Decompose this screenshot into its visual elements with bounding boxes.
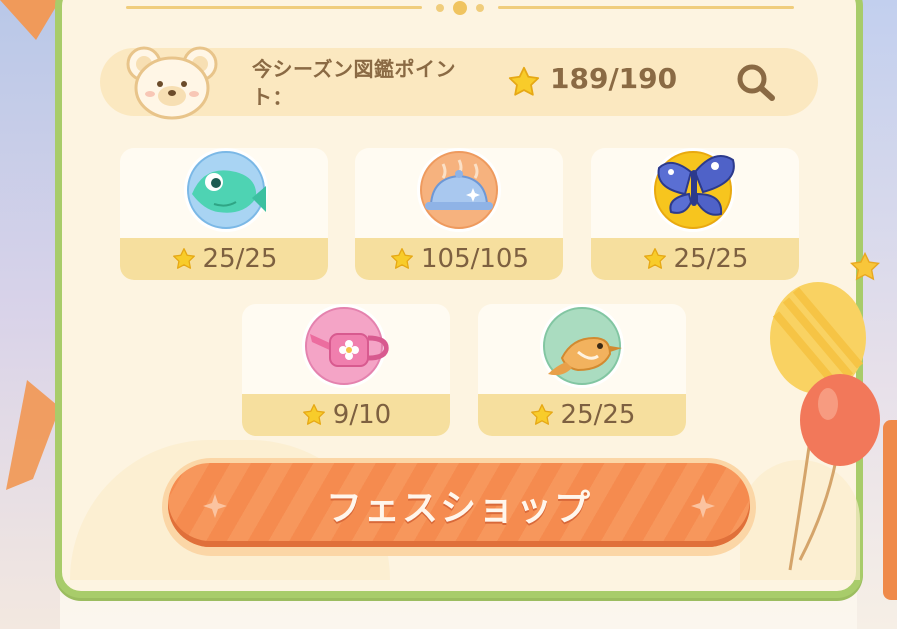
header-divider-right xyxy=(498,6,794,9)
star-icon xyxy=(508,66,540,96)
season-points-value: 189/190 xyxy=(550,62,678,95)
header-divider-left xyxy=(126,6,422,9)
category-card-gardening[interactable]: 9/10 xyxy=(242,304,450,436)
star-icon xyxy=(172,248,195,269)
card-count: 25/25 xyxy=(591,238,799,280)
balloons-icon xyxy=(770,282,880,571)
divider-dots-icon xyxy=(436,1,484,15)
star-icon xyxy=(530,404,553,425)
card-count-value: 25/25 xyxy=(673,244,749,274)
season-points-label: 今シーズン図鑑ポイント： xyxy=(252,57,456,109)
card-count-value: 25/25 xyxy=(202,244,278,274)
cloche-icon xyxy=(417,148,501,232)
card-count-value: 25/25 xyxy=(560,400,636,430)
search-button[interactable] xyxy=(732,60,780,104)
fish-icon xyxy=(184,148,268,232)
star-icon xyxy=(643,248,666,269)
star-icon xyxy=(391,248,413,269)
star-icon xyxy=(302,404,325,425)
shop-button-label: フェスショップ xyxy=(325,488,592,529)
bird-icon xyxy=(540,304,624,388)
category-card-food[interactable]: 105/105 xyxy=(355,148,563,280)
bear-face-icon xyxy=(126,46,218,120)
category-card-bird[interactable]: 25/25 xyxy=(478,304,686,436)
shop-button-face: フェスショップ xyxy=(168,463,750,547)
category-card-fish[interactable]: 25/25 xyxy=(120,148,328,280)
card-count-value: 105/105 xyxy=(420,244,529,274)
card-count: 25/25 xyxy=(120,238,328,280)
card-count: 9/10 xyxy=(242,394,450,436)
fes-shop-button[interactable]: フェスショップ xyxy=(162,458,756,556)
card-count: 25/25 xyxy=(478,394,686,436)
card-count: 105/105 xyxy=(355,238,563,280)
category-card-insect[interactable]: 25/25 xyxy=(591,148,799,280)
butterfly-icon xyxy=(651,148,735,232)
background-left xyxy=(0,0,60,629)
watering-can-icon xyxy=(302,304,389,388)
star-icon xyxy=(849,251,881,281)
card-count-value: 9/10 xyxy=(332,400,392,430)
